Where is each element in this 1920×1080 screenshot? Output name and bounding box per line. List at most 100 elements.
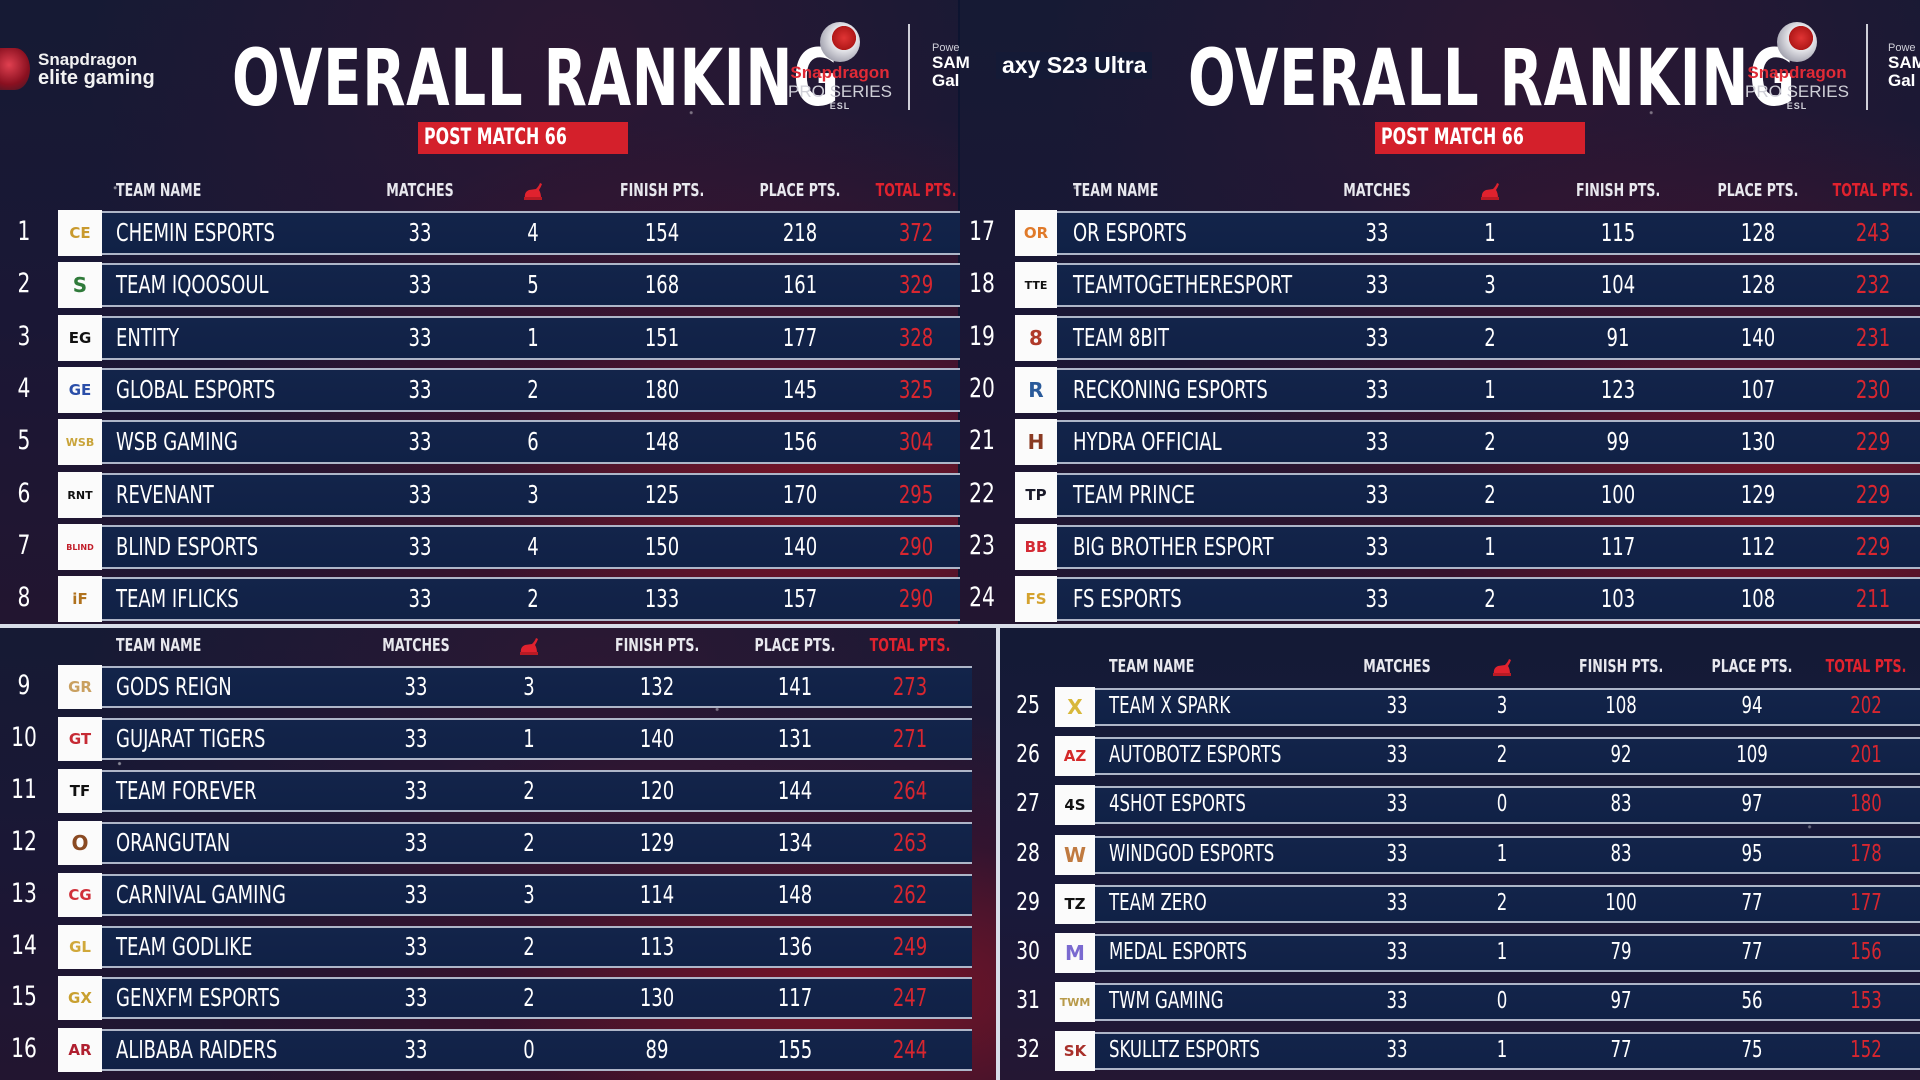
- column-header-total-pts[interactable]: TOTAL PTS.: [874, 180, 958, 201]
- team-name: WINDGOD ESPORTS: [1109, 840, 1275, 867]
- column-header-team-name[interactable]: TEAM NAME: [116, 180, 256, 201]
- total-pts-value: 263: [892, 827, 928, 857]
- team-name: TEAM FOREVER: [116, 775, 257, 805]
- team-logo-icon: CG: [58, 873, 102, 917]
- team-logo-glyph: TWM: [1059, 995, 1091, 1009]
- chicken-dinner-icon: [522, 182, 544, 200]
- team-logo-glyph: CE: [69, 224, 91, 242]
- team-logo-glyph: R: [1028, 378, 1044, 402]
- total-pts-value: 244: [892, 1034, 928, 1064]
- column-header-place-pts[interactable]: PLACE PTS.: [753, 635, 837, 656]
- team-logo-glyph: OR: [1023, 224, 1049, 242]
- wins-value: 2: [527, 583, 539, 613]
- matches-value: 33: [1365, 217, 1389, 247]
- team-logo-glyph: M: [1065, 941, 1085, 965]
- team-name: TWM GAMING: [1109, 987, 1224, 1014]
- total-pts-value: 328: [898, 322, 934, 352]
- team-logo-glyph: TZ: [1064, 895, 1086, 913]
- column-header-finish-pts[interactable]: FINISH PTS.: [1579, 656, 1663, 677]
- divider-horizontal: [0, 624, 1920, 628]
- wins-value: 2: [1496, 741, 1508, 768]
- wins-value: 2: [1484, 583, 1496, 613]
- place-pts-value: 128: [1740, 269, 1776, 299]
- column-header-place-pts[interactable]: PLACE PTS.: [1710, 656, 1794, 677]
- page-title-right: OVERALL RANKING: [1188, 34, 1796, 124]
- column-header-place-pts[interactable]: PLACE PTS.: [758, 180, 842, 201]
- total-pts-value: 262: [892, 879, 928, 909]
- wins-value: 3: [1484, 269, 1496, 299]
- matches-value: 33: [404, 931, 428, 961]
- place-pts-value: 131: [777, 723, 813, 753]
- total-pts-value: 230: [1855, 374, 1891, 404]
- team-logo-icon: GT: [58, 717, 102, 761]
- team-logo-icon: iF: [58, 576, 102, 622]
- team-logo-glyph: AR: [68, 1041, 92, 1059]
- team-name: TEAM PRINCE: [1073, 479, 1196, 509]
- column-header-matches[interactable]: MATCHES: [1362, 656, 1432, 677]
- wins-value: 3: [527, 479, 539, 509]
- team-name: CHEMIN ESPORTS: [116, 217, 275, 247]
- column-header-matches[interactable]: MATCHES: [1342, 180, 1412, 201]
- finish-pts-value: 100: [1600, 479, 1636, 509]
- team-name: GLOBAL ESPORTS: [116, 374, 276, 404]
- place-pts-value: 161: [782, 269, 818, 299]
- total-pts-value: 290: [898, 583, 934, 613]
- column-header-total-pts[interactable]: TOTAL PTS.: [1824, 656, 1908, 677]
- rank-number: 21: [969, 425, 995, 456]
- rank-number: 32: [1016, 1034, 1040, 1063]
- team-logo-icon: GL: [58, 925, 102, 969]
- rank-number: 14: [11, 930, 37, 961]
- column-header-finish-pts[interactable]: FINISH PTS.: [615, 635, 699, 656]
- brand-separator: [908, 24, 910, 110]
- column-header-team-name[interactable]: TEAM NAME: [116, 635, 256, 656]
- team-logo-icon: H: [1015, 419, 1057, 465]
- team-logo-icon: W: [1055, 835, 1095, 875]
- wins-value: 0: [1496, 790, 1508, 817]
- place-pts-value: 148: [777, 879, 813, 909]
- team-logo-glyph: TP: [1025, 486, 1047, 504]
- team-logo-glyph: AZ: [1063, 747, 1087, 765]
- team-logo-glyph: GT: [68, 730, 92, 748]
- team-name: SKULLTZ ESPORTS: [1109, 1036, 1260, 1063]
- matches-value: 33: [408, 374, 432, 404]
- team-logo-glyph: CG: [68, 886, 92, 904]
- team-logo-icon: FS: [1015, 576, 1057, 622]
- wins-value: 2: [1484, 479, 1496, 509]
- column-header-total-pts[interactable]: TOTAL PTS.: [1831, 180, 1915, 201]
- team-name: OR ESPORTS: [1073, 217, 1187, 247]
- rank-number: 15: [11, 981, 37, 1012]
- matches-value: 33: [404, 982, 428, 1012]
- total-pts-value: 271: [892, 723, 928, 753]
- column-header-matches[interactable]: MATCHES: [381, 635, 451, 656]
- wins-value: 2: [523, 827, 535, 857]
- wins-value: 2: [1496, 889, 1508, 916]
- team-name: RECKONING ESPORTS: [1073, 374, 1268, 404]
- finish-pts-value: 129: [639, 827, 675, 857]
- matches-value: 33: [1386, 692, 1408, 719]
- team-logo-icon: TP: [1015, 472, 1057, 518]
- team-logo-icon: GE: [58, 367, 102, 413]
- column-header-finish-pts[interactable]: FINISH PTS.: [1576, 180, 1660, 201]
- total-pts-value: 229: [1855, 426, 1891, 456]
- brand-separator: [1866, 24, 1868, 110]
- matches-value: 33: [1365, 426, 1389, 456]
- team-name: TEAMTOGETHERESPORT: [1073, 269, 1293, 299]
- matches-value: 33: [1365, 374, 1389, 404]
- finish-pts-value: 130: [639, 982, 675, 1012]
- column-header-finish-pts[interactable]: FINISH PTS.: [620, 180, 704, 201]
- total-pts-value: 178: [1850, 840, 1882, 867]
- matches-value: 33: [404, 1034, 428, 1064]
- place-pts-value: 117: [777, 982, 813, 1012]
- rank-number: 16: [11, 1033, 37, 1064]
- column-header-team-name[interactable]: TEAM NAME: [1109, 656, 1249, 677]
- column-header-matches[interactable]: MATCHES: [385, 180, 455, 201]
- team-name: 4SHOT ESPORTS: [1109, 790, 1246, 817]
- column-header-team-name[interactable]: TEAM NAME: [1073, 180, 1213, 201]
- team-logo-icon: O: [58, 821, 102, 865]
- column-header-total-pts[interactable]: TOTAL PTS.: [868, 635, 952, 656]
- wins-value: 4: [527, 217, 539, 247]
- team-name: TEAM X SPARK: [1109, 692, 1231, 719]
- column-header-place-pts[interactable]: PLACE PTS.: [1716, 180, 1800, 201]
- place-pts-value: 170: [782, 479, 818, 509]
- matches-value: 33: [1386, 1036, 1408, 1063]
